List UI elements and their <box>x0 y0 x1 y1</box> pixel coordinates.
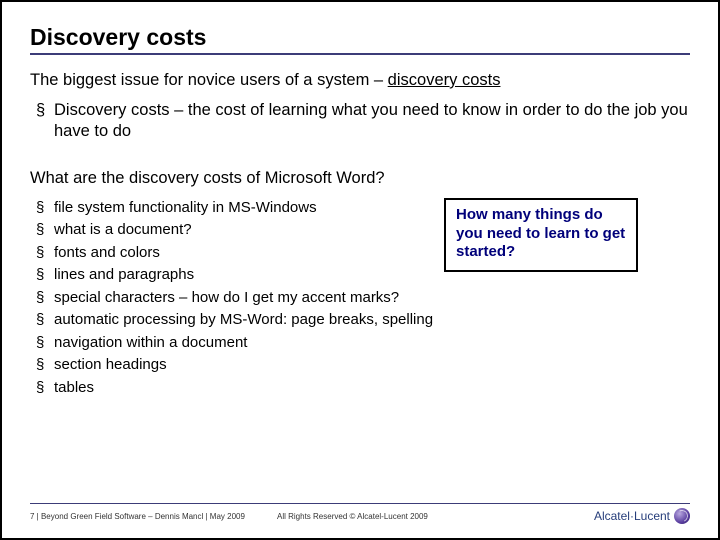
bullet-marker-icon: § <box>36 355 54 375</box>
list-item: §section headings <box>36 355 690 375</box>
slide-title: Discovery costs <box>30 24 690 55</box>
bullet-marker-icon: § <box>36 198 54 218</box>
example-block: §file system functionality in MS-Windows… <box>30 198 690 398</box>
slide: Discovery costs The biggest issue for no… <box>0 0 720 540</box>
brand-name: Alcatel·Lucent <box>594 509 670 523</box>
item-text: navigation within a document <box>54 333 247 353</box>
question-line: What are the discovery costs of Microsof… <box>30 169 690 188</box>
item-text: automatic processing by MS-Word: page br… <box>54 310 433 330</box>
callout-box: How many things do you need to learn to … <box>444 198 638 272</box>
lead-line: The biggest issue for novice users of a … <box>30 71 690 90</box>
footer-copyright: All Rights Reserved © Alcatel-Lucent 200… <box>277 512 428 521</box>
definition-text: Discovery costs – the cost of learning w… <box>54 100 690 143</box>
item-text: file system functionality in MS-Windows <box>54 198 317 218</box>
bullet-marker-icon: § <box>36 265 54 285</box>
lead-text: The biggest issue for novice users of a … <box>30 71 388 89</box>
item-text: tables <box>54 378 94 398</box>
item-text: fonts and colors <box>54 243 160 263</box>
brand-logo: Alcatel·Lucent <box>594 508 690 524</box>
list-item: §navigation within a document <box>36 333 690 353</box>
bullet-marker-icon: § <box>36 243 54 263</box>
item-text: section headings <box>54 355 167 375</box>
item-text: special characters – how do I get my acc… <box>54 288 399 308</box>
globe-icon <box>674 508 690 524</box>
footer-left: 7 | Beyond Green Field Software – Dennis… <box>30 512 245 521</box>
definition-bullet: § Discovery costs – the cost of learning… <box>36 100 690 143</box>
bullet-marker-icon: § <box>36 220 54 240</box>
item-text: lines and paragraphs <box>54 265 194 285</box>
lead-underlined: discovery costs <box>388 71 501 89</box>
bullet-marker-icon: § <box>36 100 54 143</box>
item-text: what is a document? <box>54 220 192 240</box>
bullet-marker-icon: § <box>36 310 54 330</box>
footer: 7 | Beyond Green Field Software – Dennis… <box>30 503 690 524</box>
list-item: §tables <box>36 378 690 398</box>
bullet-marker-icon: § <box>36 378 54 398</box>
list-item: §automatic processing by MS-Word: page b… <box>36 310 690 330</box>
bullet-marker-icon: § <box>36 333 54 353</box>
bullet-marker-icon: § <box>36 288 54 308</box>
list-item: §special characters – how do I get my ac… <box>36 288 690 308</box>
